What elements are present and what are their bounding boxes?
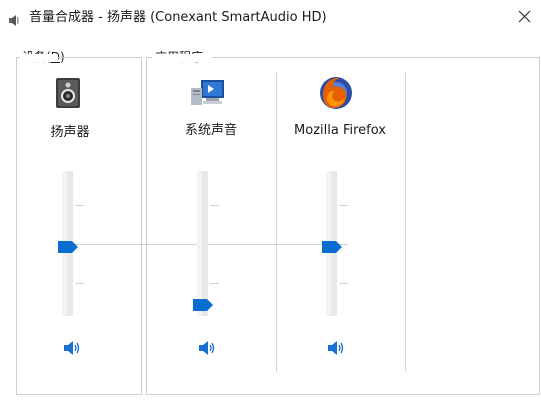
slider-tick	[210, 283, 219, 284]
mute-button-firefox[interactable]	[327, 340, 345, 356]
title-bar: 音量合成器 - 扬声器 (Conexant SmartAudio HD)	[0, 0, 541, 36]
firefox-icon	[318, 75, 354, 115]
volume-thumb-speaker[interactable]	[58, 238, 78, 253]
volume-thumb-firefox[interactable]	[322, 238, 342, 253]
volume-icon	[199, 341, 215, 355]
slider-tick	[339, 283, 348, 284]
slider-tick	[75, 205, 84, 206]
mute-button-speaker[interactable]	[63, 340, 81, 356]
system-sounds-icon	[190, 78, 226, 112]
speaker-title-icon	[8, 12, 22, 26]
window-title: 音量合成器 - 扬声器 (Conexant SmartAudio HD)	[29, 10, 327, 25]
volume-thumb-system-sounds[interactable]	[193, 296, 213, 311]
volume-icon	[64, 341, 80, 355]
column-divider	[405, 72, 406, 372]
channel-label-system-sounds: 系统声音	[184, 123, 238, 138]
close-button[interactable]	[507, 2, 541, 32]
close-icon	[518, 10, 531, 23]
slider-tick	[210, 244, 219, 245]
speaker-device-icon	[55, 77, 81, 113]
column-divider	[276, 72, 277, 372]
channel-label-speaker: 扬声器	[50, 125, 90, 140]
mute-button-system-sounds[interactable]	[198, 340, 216, 356]
slider-tick	[75, 283, 84, 284]
slider-tick	[339, 205, 348, 206]
volume-icon	[328, 341, 344, 355]
channel-label-firefox: Mozilla Firefox	[294, 123, 386, 138]
slider-tick	[210, 205, 219, 206]
volume-slider-track[interactable]	[197, 171, 208, 316]
